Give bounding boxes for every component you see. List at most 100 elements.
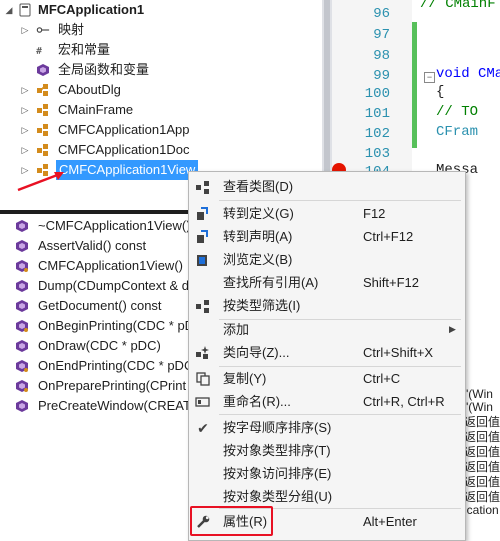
filter-type-icon (196, 300, 209, 313)
menu-item-label: 按字母顺序排序(S) (223, 420, 332, 435)
copy-icon (196, 372, 210, 386)
method-icon (16, 220, 28, 232)
menu-item-rename[interactable]: 重命名(R)... Ctrl+R, Ctrl+R (189, 390, 465, 413)
tree-item-label: CMFCApplication1Doc (58, 142, 190, 157)
tree-item-label: 映射 (58, 22, 85, 37)
chevron-right-icon[interactable]: ▷ (20, 100, 30, 120)
line-number: 103 (364, 146, 390, 162)
menu-item-shortcut: Alt+Enter (363, 514, 417, 529)
menu-item-label: 转到定义(G) (223, 206, 294, 221)
rename-icon (195, 397, 210, 407)
class-icon (37, 124, 48, 136)
menu-item-find-all-references[interactable]: 查找所有引用(A) Shift+F12 (189, 271, 465, 294)
member-label: OnEndPrinting(CDC * pDC (38, 358, 194, 373)
map-icon (36, 27, 50, 33)
menu-item-go-to-definition[interactable]: 转到定义(G) F12 (189, 202, 465, 225)
collapse-toggle-icon[interactable]: − (424, 72, 435, 83)
line-number: 99 (373, 68, 390, 84)
protected-method-icon (16, 260, 28, 272)
menu-item-label: 查找所有引用(A) (223, 275, 319, 290)
member-label: GetDocument() const (38, 298, 162, 313)
member-label: OnBeginPrinting(CDC * pD (38, 318, 195, 333)
method-icon (16, 240, 28, 252)
menu-item-label: 按类型筛选(I) (223, 298, 301, 313)
menu-item-shortcut: Ctrl+Shift+X (363, 345, 434, 360)
tree-item-label: CMainFrame (58, 102, 134, 117)
line-number: 102 (364, 126, 390, 142)
line-number: 98 (373, 48, 390, 64)
protected-method-icon (16, 380, 28, 392)
menu-item-class-wizard[interactable]: 类向导(Z)... Ctrl+Shift+X (189, 341, 465, 364)
menu-item-group-type[interactable]: 按对象类型分组(U) (189, 485, 465, 508)
menu-item-label: 转到声明(A) (223, 229, 293, 244)
highlight-box (190, 506, 273, 536)
annotation-arrow-icon (17, 172, 64, 192)
menu-item-go-to-declaration[interactable]: 转到声明(A) Ctrl+F12 (189, 225, 465, 248)
class-icon (37, 104, 48, 116)
checkmark-icon: ✔ (197, 420, 209, 436)
menu-item-add[interactable]: 添加 ▶ (189, 318, 465, 341)
context-menu: 查看类图(D) 转到定义(G) F12 转到声明(A) Ctrl+F12 浏览定… (188, 171, 466, 541)
menu-item-label: 类向导(Z)... (223, 345, 290, 360)
menu-item-label: 复制(Y) (223, 371, 267, 386)
code-line[interactable]: // TO (436, 104, 478, 120)
menu-item-label: 浏览定义(B) (223, 252, 293, 267)
changed-lines-bar (412, 22, 417, 148)
menu-item-sort-alpha[interactable]: ✔ 按字母顺序排序(S) (189, 416, 465, 439)
code-line[interactable]: // CMainF (420, 0, 496, 12)
code-line[interactable]: void CMai (436, 66, 500, 82)
menu-item-browse-definition[interactable]: 浏览定义(B) (189, 248, 465, 271)
menu-item-shortcut: Ctrl+C (363, 371, 401, 386)
menu-separator (219, 200, 461, 201)
line-number: 101 (364, 106, 390, 122)
menu-item-filter-by-type[interactable]: 按类型筛选(I) (189, 294, 465, 317)
tree-scrollbar-thumb[interactable] (324, 0, 330, 190)
member-label: PreCreateWindow(CREAT (38, 398, 191, 413)
method-icon (16, 300, 28, 312)
global-icon (37, 64, 49, 76)
class-icon (37, 84, 48, 96)
menu-item-class-diagram[interactable]: 查看类图(D) (189, 175, 465, 198)
project-icon (19, 3, 31, 17)
menu-item-copy[interactable]: 复制(Y) Ctrl+C (189, 367, 465, 390)
chevron-right-icon[interactable]: ▷ (20, 20, 30, 40)
menu-item-sort-access[interactable]: 按对象访问排序(E) (189, 462, 465, 485)
method-icon (16, 400, 28, 412)
code-line[interactable]: { (436, 84, 444, 100)
go-to-definition-icon (197, 207, 208, 220)
member-label: AssertValid() const (38, 238, 147, 253)
class-wizard-icon (196, 346, 209, 359)
chevron-right-icon[interactable]: ▷ (20, 80, 30, 100)
member-label: ~CMFCApplication1View() (38, 218, 191, 233)
line-number: 96 (373, 6, 390, 22)
menu-item-label: 查看类图(D) (223, 179, 294, 194)
member-label: CMFCApplication1View() (38, 258, 183, 273)
menu-item-label: 按对象类型排序(T) (223, 443, 331, 458)
method-icon (16, 340, 28, 352)
tree-item-label: CMFCApplication1View (56, 160, 199, 180)
member-label: OnDraw(CDC * pDC) (38, 338, 161, 353)
menu-separator (219, 414, 461, 415)
chevron-right-icon[interactable]: ▷ (20, 120, 30, 140)
chevron-down-icon[interactable]: ◢ (4, 0, 14, 20)
tree-item-label: CMFCApplication1App (58, 122, 190, 137)
submenu-arrow-icon: ▶ (449, 324, 456, 334)
menu-item-label: 按对象类型分组(U) (223, 489, 333, 504)
output-line: ication (464, 503, 499, 517)
tree-item-label: 全局函数和变量 (58, 62, 150, 77)
menu-item-shortcut: F12 (363, 206, 386, 221)
chevron-right-icon[interactable]: ▷ (20, 140, 30, 160)
menu-item-label: 添加 (223, 322, 250, 337)
menu-item-sort-type[interactable]: 按对象类型排序(T) (189, 439, 465, 462)
class-diagram-icon (196, 181, 209, 194)
tree-item-label: CAboutDlg (58, 82, 121, 97)
protected-method-icon (16, 360, 28, 372)
go-to-declaration-icon (197, 230, 208, 243)
menu-item-label: 按对象访问排序(E) (223, 466, 332, 481)
menu-item-shortcut: Ctrl+R, Ctrl+R (363, 394, 445, 409)
menu-item-shortcut: Ctrl+F12 (363, 229, 414, 244)
code-line[interactable]: CFram (436, 124, 478, 140)
browse-definition-icon (197, 255, 207, 266)
menu-item-shortcut: Shift+F12 (363, 275, 420, 290)
output-line: "(Win (464, 387, 493, 401)
